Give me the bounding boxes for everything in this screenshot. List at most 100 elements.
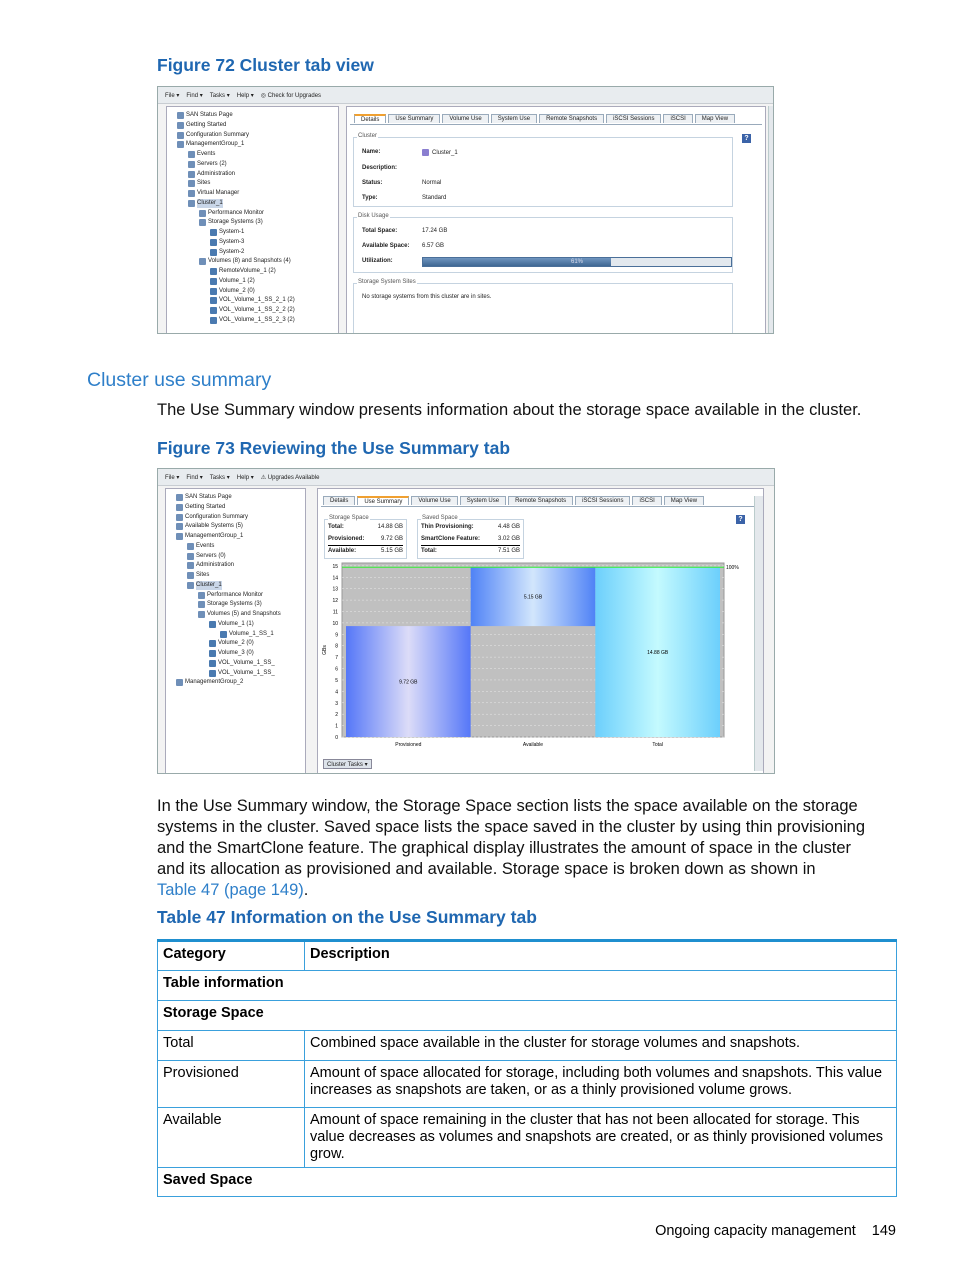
tab-system-use[interactable]: System Use — [459, 496, 507, 505]
tree-item[interactable]: Volume_1 (2) — [210, 277, 255, 286]
tree-item[interactable]: Virtual Manager — [188, 189, 239, 198]
y-tick-label: 5 — [335, 678, 338, 684]
menu-item[interactable]: Help ▾ — [237, 474, 254, 481]
tab-details[interactable]: Details — [354, 114, 387, 123]
category-cell: Available — [157, 1107, 305, 1168]
tree-item[interactable]: Events — [187, 542, 214, 551]
paragraph-line: In the Use Summary window, the Storage S… — [157, 797, 858, 815]
events-icon — [188, 151, 195, 158]
tree-item[interactable]: Performance Monitor — [198, 591, 263, 600]
tree-item[interactable]: Volumes (5) and Snapshots — [198, 610, 281, 619]
tree-item[interactable]: ManagementGroup_1 — [176, 532, 243, 541]
tree-item[interactable]: Servers (0) — [187, 552, 226, 561]
tree-item-label: Volumes (8) and Snapshots (4) — [208, 258, 291, 265]
tree-item[interactable]: Volume_1_SS_1 — [220, 630, 274, 639]
tree-item[interactable]: Administration — [187, 561, 234, 570]
tree-item[interactable]: Volume_2 (0) — [210, 287, 255, 296]
menu-item[interactable]: Find ▾ — [186, 92, 202, 99]
menu-item[interactable]: ⚠ Upgrades Available — [261, 474, 320, 481]
menu-item[interactable]: Tasks ▾ — [210, 474, 230, 481]
tab-remote-snapshots[interactable]: Remote Snapshots — [539, 114, 605, 123]
table-47-link[interactable]: Table 47 (page 149) — [157, 881, 304, 899]
tree-item[interactable]: System-1 — [210, 228, 244, 237]
tree-item[interactable]: Getting Started — [177, 121, 226, 130]
tab-iscsi[interactable]: iSCSI — [632, 496, 662, 505]
tree-item[interactable]: Configuration Summary — [176, 513, 248, 522]
tree-item[interactable]: System-2 — [210, 248, 244, 257]
menu-item[interactable]: File ▾ — [165, 474, 179, 481]
saved-space-group: Saved Space Thin Provisioning: 4.48 GB S… — [417, 515, 524, 559]
menu-item[interactable]: Find ▾ — [186, 474, 202, 481]
category-cell: Provisioned — [157, 1060, 305, 1108]
tree-item[interactable]: Events — [188, 150, 215, 159]
tab-remote-snapshots[interactable]: Remote Snapshots — [508, 496, 574, 505]
tree-item[interactable]: Cluster_1 — [187, 580, 222, 590]
tab-map-view[interactable]: Map View — [663, 496, 705, 505]
tree-item[interactable]: VOL_Volume_1_SS_ — [209, 659, 275, 668]
tab-volume-use[interactable]: Volume Use — [411, 496, 458, 505]
figure-73-screenshot: File ▾ Find ▾ Tasks ▾ Help ▾ ⚠ Upgrades Avai… — [157, 468, 775, 774]
description-cell: Combined space available in the cluster … — [304, 1030, 897, 1061]
tree-item[interactable]: Volume_1 (1) — [209, 620, 254, 629]
cluster-tasks-button[interactable]: Cluster Tasks ▾ — [323, 759, 372, 769]
tree-item[interactable]: VOL_Volume_1_SS_2_1 (2) — [210, 296, 295, 305]
tree-item[interactable]: Cluster_1 — [188, 198, 223, 208]
tree-item-label: RemoteVolume_1 (2) — [219, 268, 276, 274]
available-space-label: Available Space: — [362, 243, 410, 249]
menu-item[interactable]: File ▾ — [165, 92, 179, 99]
tree-item[interactable]: Volume_3 (0) — [209, 649, 254, 658]
tab-use-summary[interactable]: Use Summary — [357, 496, 410, 505]
tree-item[interactable]: VOL_Volume_1_SS_ — [209, 669, 275, 678]
tree-item[interactable]: Administration — [188, 170, 235, 179]
menu-item[interactable]: ◎ Check for Upgrades — [261, 92, 321, 99]
help-icon[interactable]: ? — [742, 134, 751, 143]
tree-item-label: Volume_2 (0) — [219, 287, 255, 294]
name-label: Name: — [362, 149, 381, 155]
tab-map-view[interactable]: Map View — [694, 114, 736, 123]
arrow-icon — [177, 121, 184, 129]
help-icon[interactable]: ? — [736, 515, 745, 524]
tree-item[interactable]: Configuration Summary — [177, 131, 249, 140]
tree-item[interactable]: ManagementGroup_1 — [177, 140, 244, 149]
tree-item[interactable]: Sites — [187, 571, 209, 580]
table-47-title: Table 47 Information on the Use Summary … — [157, 907, 537, 927]
tab-iscsi-sessions[interactable]: iSCSI Sessions — [575, 496, 631, 505]
tree-item[interactable]: SAN Status Page — [176, 493, 232, 502]
y-tick-label: 4 — [335, 689, 338, 695]
menu-item[interactable]: Tasks ▾ — [210, 92, 230, 99]
tree-item[interactable]: VOL_Volume_1_SS_2_3 (2) — [210, 316, 295, 325]
tab-volume-use[interactable]: Volume Use — [442, 114, 489, 123]
tree-item[interactable]: System-3 — [210, 238, 244, 247]
tab-iscsi-sessions[interactable]: iSCSI Sessions — [606, 114, 662, 123]
tree-item[interactable]: Volume_2 (0) — [209, 639, 254, 648]
system-icon — [210, 229, 217, 236]
menu-item[interactable]: Help ▾ — [237, 92, 254, 99]
tab-system-use[interactable]: System Use — [490, 114, 538, 123]
tree-item[interactable]: Getting Started — [176, 503, 225, 512]
y-tick-label: 12 — [332, 598, 338, 604]
tree-item[interactable]: Storage Systems (3) — [199, 218, 263, 227]
tree-item[interactable]: Performance Monitor — [199, 209, 264, 218]
tree-item[interactable]: Available Systems (5) — [176, 522, 243, 531]
details-panel: Details Use Summary Volume Use System Use Re… — [346, 106, 766, 333]
sigma-icon — [177, 131, 184, 139]
tree-item[interactable]: RemoteVolume_1 (2) — [210, 267, 276, 276]
scrollbar[interactable] — [768, 106, 773, 333]
tree-item[interactable]: Volumes (8) and Snapshots (4) — [199, 257, 291, 266]
group-legend: Storage System Sites — [357, 279, 417, 285]
tab-iscsi[interactable]: iSCSI — [663, 114, 693, 123]
smartclone-label: SmartClone Feature: — [421, 536, 481, 542]
tree-item-label: Available Systems (5) — [185, 523, 243, 530]
tab-details[interactable]: Details — [323, 496, 356, 505]
tree-node-icon — [209, 640, 216, 648]
tree-item[interactable]: Servers (2) — [188, 160, 227, 169]
tree-item[interactable]: ManagementGroup_2 — [176, 678, 243, 687]
disk-usage-group: Disk Usage Total Space: 17.24 GB Availab… — [353, 213, 733, 273]
tree-item[interactable]: Sites — [188, 179, 210, 188]
tree-item[interactable]: SAN Status Page — [177, 111, 233, 120]
tree-node-icon — [176, 503, 183, 511]
scrollbar[interactable] — [754, 496, 763, 771]
tab-use-summary[interactable]: Use Summary — [388, 114, 441, 123]
tree-item[interactable]: Storage Systems (3) — [198, 600, 262, 609]
tree-item[interactable]: VOL_Volume_1_SS_2_2 (2) — [210, 306, 295, 315]
